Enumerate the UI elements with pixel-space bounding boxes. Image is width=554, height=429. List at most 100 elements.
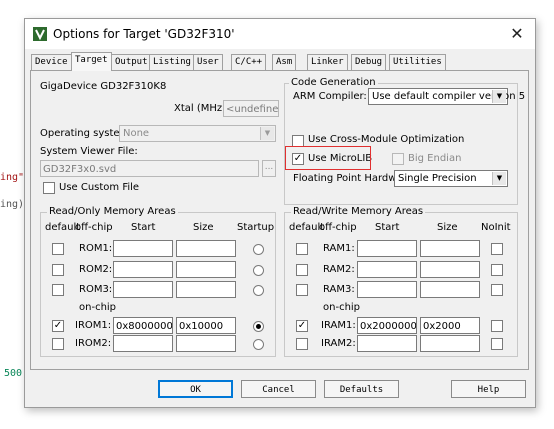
cancel-button[interactable]: Cancel bbox=[241, 380, 316, 398]
title-bar: Options for Target 'GD32F310' ✕ bbox=[25, 19, 535, 49]
irom2-default-checkbox[interactable] bbox=[52, 338, 64, 350]
help-button[interactable]: Help bbox=[451, 380, 526, 398]
target-panel: GigaDevice GD32F310K8 Xtal (MHz): <undef… bbox=[30, 70, 529, 370]
arm-compiler-select[interactable]: Use default compiler version 5 ▼ bbox=[368, 88, 525, 105]
iram2-default-checkbox[interactable] bbox=[296, 338, 308, 350]
irom1-start-input[interactable]: 0x8000000 bbox=[113, 317, 173, 334]
irom1-size-input[interactable]: 0x10000 bbox=[176, 317, 236, 334]
background-code-paren: ing) bbox=[0, 199, 25, 210]
cross-module-label: Use Cross-Module Optimization bbox=[308, 134, 465, 145]
iram2-size-input[interactable] bbox=[420, 335, 480, 352]
iram2-noinit-checkbox[interactable] bbox=[491, 338, 503, 350]
background-code-string: ing" bbox=[0, 172, 25, 183]
rom-start-header: Start bbox=[131, 222, 156, 233]
fp-hardware-select[interactable]: Single Precision ▼ bbox=[394, 170, 508, 187]
browse-svd-button[interactable]: ... bbox=[262, 160, 276, 177]
iram1-size-input[interactable]: 0x2000 bbox=[420, 317, 480, 334]
rom-startup-header: Startup bbox=[237, 222, 275, 233]
rom3-label: ROM3: bbox=[79, 284, 113, 295]
rom1-size-input[interactable] bbox=[176, 240, 236, 257]
ram2-label: RAM2: bbox=[323, 264, 355, 275]
ram-offchip-header: off-chip bbox=[319, 222, 357, 233]
rom3-start-input[interactable] bbox=[113, 281, 173, 298]
big-endian-label: Big Endian bbox=[408, 153, 462, 164]
ram1-start-input[interactable] bbox=[357, 240, 417, 257]
rom-areas-title: Read/Only Memory Areas bbox=[47, 206, 178, 217]
use-custom-file-checkbox[interactable] bbox=[43, 182, 55, 194]
iram2-start-input[interactable] bbox=[357, 335, 417, 352]
tab-cpp[interactable]: C/C++ bbox=[231, 54, 267, 70]
svd-input[interactable]: GD32F3x0.svd bbox=[40, 160, 259, 177]
close-icon[interactable]: ✕ bbox=[507, 24, 527, 44]
ram-areas-title: Read/Write Memory Areas bbox=[291, 206, 426, 217]
tab-debug[interactable]: Debug bbox=[351, 54, 387, 70]
ram-areas-group: Read/Write Memory Areas default off-chip… bbox=[284, 206, 518, 357]
ram3-start-input[interactable] bbox=[357, 281, 417, 298]
irom2-label: IROM2: bbox=[75, 338, 112, 349]
iram1-label: IRAM1: bbox=[321, 320, 356, 331]
ram3-default-checkbox[interactable] bbox=[296, 284, 308, 296]
chevron-down-icon: ▼ bbox=[260, 127, 274, 140]
irom2-startup-radio[interactable] bbox=[253, 339, 264, 350]
code-generation-group: Code Generation ARM Compiler: Use defaul… bbox=[284, 77, 525, 205]
rom2-size-input[interactable] bbox=[176, 261, 236, 278]
code-generation-title: Code Generation bbox=[289, 77, 378, 88]
ram2-start-input[interactable] bbox=[357, 261, 417, 278]
fp-hardware-value: Single Precision bbox=[398, 173, 477, 184]
ram1-default-checkbox[interactable] bbox=[296, 243, 308, 255]
ram1-label: RAM1: bbox=[323, 243, 355, 254]
tab-user[interactable]: User bbox=[193, 54, 223, 70]
ram1-size-input[interactable] bbox=[420, 240, 480, 257]
ram3-noinit-checkbox[interactable] bbox=[491, 284, 503, 296]
rom2-label: ROM2: bbox=[79, 264, 113, 275]
tab-asm[interactable]: Asm bbox=[272, 54, 297, 70]
rom3-startup-radio[interactable] bbox=[253, 285, 264, 296]
ram2-noinit-checkbox[interactable] bbox=[491, 264, 503, 276]
iram1-default-checkbox[interactable]: ✓ bbox=[296, 320, 308, 332]
ram-onchip-label: on-chip bbox=[323, 302, 361, 313]
os-value: None bbox=[123, 128, 150, 139]
ram1-noinit-checkbox[interactable] bbox=[491, 243, 503, 255]
ok-button[interactable]: OK bbox=[158, 380, 233, 398]
rom3-size-input[interactable] bbox=[176, 281, 236, 298]
ram3-size-input[interactable] bbox=[420, 281, 480, 298]
rom2-default-checkbox[interactable] bbox=[52, 264, 64, 276]
tab-target[interactable]: Target bbox=[71, 52, 112, 71]
irom1-startup-radio[interactable] bbox=[253, 321, 264, 332]
iram1-noinit-checkbox[interactable] bbox=[491, 320, 503, 332]
rom1-startup-radio[interactable] bbox=[253, 244, 264, 255]
irom2-start-input[interactable] bbox=[113, 335, 173, 352]
tab-linker[interactable]: Linker bbox=[307, 54, 348, 70]
irom1-label: IROM1: bbox=[75, 320, 112, 331]
svd-label: System Viewer File: bbox=[40, 146, 138, 157]
rom-size-header: Size bbox=[193, 222, 214, 233]
big-endian-checkbox[interactable] bbox=[392, 153, 404, 165]
irom1-default-checkbox[interactable]: ✓ bbox=[52, 320, 64, 332]
rom1-start-input[interactable] bbox=[113, 240, 173, 257]
ram2-default-checkbox[interactable] bbox=[296, 264, 308, 276]
iram1-start-input[interactable]: 0x20000000 bbox=[357, 317, 417, 334]
arm-compiler-label: ARM Compiler: bbox=[293, 91, 367, 102]
tab-output[interactable]: Output bbox=[111, 54, 152, 70]
tab-device[interactable]: Device bbox=[31, 54, 72, 70]
tab-utilities[interactable]: Utilities bbox=[389, 54, 446, 70]
rom-offchip-header: off-chip bbox=[75, 222, 113, 233]
rom2-startup-radio[interactable] bbox=[253, 265, 264, 276]
microlib-highlight-box bbox=[285, 146, 371, 170]
tab-listing[interactable]: Listing bbox=[149, 54, 195, 70]
window-title: Options for Target 'GD32F310' bbox=[53, 27, 235, 41]
defaults-button[interactable]: Defaults bbox=[324, 380, 399, 398]
rom2-start-input[interactable] bbox=[113, 261, 173, 278]
ram3-label: RAM3: bbox=[323, 284, 355, 295]
device-name: GigaDevice GD32F310K8 bbox=[40, 81, 167, 92]
rom3-default-checkbox[interactable] bbox=[52, 284, 64, 296]
chevron-down-icon: ▼ bbox=[492, 90, 506, 103]
xtal-input[interactable]: <undefined> bbox=[223, 100, 279, 117]
os-select[interactable]: None ▼ bbox=[119, 125, 276, 142]
irom2-size-input[interactable] bbox=[176, 335, 236, 352]
rom-onchip-label: on-chip bbox=[79, 302, 117, 313]
ram-start-header: Start bbox=[375, 222, 400, 233]
rom1-default-checkbox[interactable] bbox=[52, 243, 64, 255]
rom-areas-group: Read/Only Memory Areas default off-chip … bbox=[40, 206, 276, 357]
ram2-size-input[interactable] bbox=[420, 261, 480, 278]
